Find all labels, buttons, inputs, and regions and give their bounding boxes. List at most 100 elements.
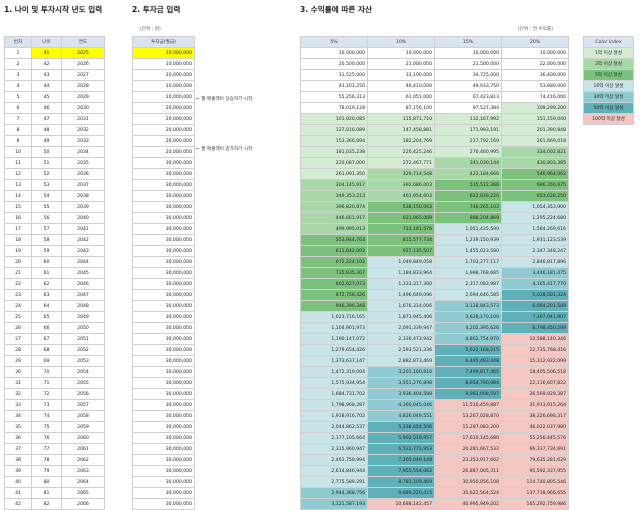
invest-cell[interactable]: 30,000,000 [132, 289, 195, 301]
invest-cell[interactable]: 30,000,000 [132, 179, 195, 191]
invest-cell[interactable]: 20,000,000 [132, 135, 195, 147]
invest-cell[interactable]: 30,000,000 [132, 388, 195, 400]
invest-cell[interactable]: 30,000,000 [132, 245, 195, 257]
invest-cell[interactable]: 30,000,000 [132, 454, 195, 466]
age-cell: 45 [31, 91, 62, 103]
invest-cell[interactable]: 30,000,000 [132, 190, 195, 202]
asset-value-cell: 74,416,000 [501, 91, 569, 103]
year-cell: 2041 [61, 223, 105, 235]
asset-value-cell: 499,995,013 [300, 223, 368, 235]
table-row: 304,145,917 392,686,003 515,512,366 686,356… [300, 179, 569, 191]
legend-label: 5억 이상 달성 [583, 69, 634, 81]
row-index-cell: 6 [4, 102, 32, 114]
table-row: 396,820,874 538,150,063 746,265,103 1,054,3… [300, 201, 569, 213]
invest-cell[interactable]: 30,000,000 [132, 432, 195, 444]
invest-cell[interactable]: 30,000,000 [132, 344, 195, 356]
asset-value-cell: 1,918,916,702 [300, 410, 368, 422]
invest-cell[interactable]: 30,000,000 [132, 201, 195, 213]
header-invest: 투자금(월급) [132, 36, 195, 48]
age-cell: 47 [31, 113, 62, 125]
asset-value-cell: 686,356,875 [501, 179, 569, 191]
invest-cell[interactable]: 10,000,000 [132, 58, 195, 70]
invest-cell[interactable]: 30,000,000 [132, 498, 195, 510]
asset-value-cell: 2,347,348,247 [501, 245, 569, 257]
table-row: 20,000,000 [132, 124, 195, 136]
invest-cell[interactable]: 10,000,000 [132, 80, 195, 92]
table-row: 20,500,000 21,000,000 21,500,000 22,000,000 [300, 58, 569, 70]
invest-cell[interactable]: 20,000,000 [132, 102, 195, 114]
age-cell: 56 [31, 212, 62, 224]
age-cell[interactable]: 41 [31, 47, 62, 59]
table-row: 1,575,934,954 3,551,276,898 8,654,790,084 2… [300, 377, 569, 389]
invest-cell[interactable]: 30,000,000 [132, 476, 195, 488]
invest-cell[interactable]: 30,000,000 [132, 465, 195, 477]
invest-cell[interactable]: 30,000,000 [132, 256, 195, 268]
invest-cell[interactable]: 30,000,000 [132, 223, 195, 235]
invest-cell[interactable]: 10,000,000 [132, 47, 195, 59]
year-cell[interactable]: 2025 [61, 47, 105, 59]
row-index-cell: 40 [4, 476, 32, 488]
table-row: 30,000,000 [132, 179, 195, 191]
asset-value-cell: 15,287,083,200 [434, 421, 502, 433]
year-cell: 2064 [61, 476, 105, 488]
invest-cell[interactable]: 30,000,000 [132, 234, 195, 246]
invest-cell[interactable]: 30,000,000 [132, 168, 195, 180]
invest-cell[interactable]: 30,000,000 [132, 212, 195, 224]
invest-cell[interactable]: 30,000,000 [132, 322, 195, 334]
invest-cell[interactable]: 30,000,000 [132, 333, 195, 345]
table-row: 10 50 2034 [4, 146, 105, 158]
invest-cell[interactable]: 30,000,000 [132, 300, 195, 312]
table-row: 14 54 2038 [4, 190, 105, 202]
table-row: 30,000,000 [132, 399, 195, 411]
header-rate-20: 20% [501, 36, 569, 48]
age-cell: 61 [31, 267, 62, 279]
invest-cell[interactable]: 30,000,000 [132, 410, 195, 422]
asset-value-cell: 20,281,667,532 [434, 443, 502, 455]
table-row: 30,000,000 [132, 443, 195, 455]
invest-cell[interactable]: 30,000,000 [132, 443, 195, 455]
table-row: 220,087,000 272,467,771 341,030,144 430,803… [300, 157, 569, 169]
invest-cell[interactable]: 20,000,000 [132, 146, 195, 158]
row-index-cell: 7 [4, 113, 32, 125]
asset-value-cell: 21,500,000 [434, 58, 502, 70]
year-cell: 2066 [61, 498, 105, 510]
table-row: 1,798,968,287 4,360,045,046 11,510,459,887… [300, 399, 569, 411]
table-row: 30,000,000 [132, 168, 195, 180]
invest-cell[interactable]: 30,000,000 [132, 355, 195, 367]
asset-value-cell: 1,684,731,702 [300, 388, 368, 400]
age-cell: 70 [31, 366, 62, 378]
invest-cell[interactable]: 30,000,000 [132, 311, 195, 323]
asset-value-cell: 5,902,519,957 [367, 432, 435, 444]
invest-cell[interactable]: 10,000,000 [132, 69, 195, 81]
age-cell: 67 [31, 333, 62, 345]
age-cell: 73 [31, 399, 62, 411]
invest-cell[interactable]: 30,000,000 [132, 487, 195, 499]
asset-value-cell: 1,575,934,954 [300, 377, 368, 389]
age-cell: 49 [31, 135, 62, 147]
asset-value-cell: 270,460,995 [434, 146, 502, 158]
table-row: 8 48 2032 [4, 124, 105, 136]
table-row: 1,023,716,165 1,873,945,406 3,628,170,109 7… [300, 311, 569, 323]
year-cell: 2036 [61, 168, 105, 180]
invest-cell[interactable]: 30,000,000 [132, 366, 195, 378]
year-cell: 2035 [61, 157, 105, 169]
asset-value-cell: 55,256,313 [300, 91, 368, 103]
age-cell: 54 [31, 190, 62, 202]
invest-cell[interactable]: 30,000,000 [132, 157, 195, 169]
table-row: 42 82 2066 [4, 498, 105, 510]
table-row: 21 61 2045 [4, 267, 105, 279]
invest-cell[interactable]: 20,000,000 [132, 113, 195, 125]
invest-cell[interactable]: 30,000,000 [132, 377, 195, 389]
invest-cell[interactable]: 30,000,000 [132, 278, 195, 290]
invest-cell[interactable]: 30,000,000 [132, 399, 195, 411]
asset-value-cell: 4,360,045,046 [367, 399, 435, 411]
asset-value-cell: 182,204,769 [367, 135, 435, 147]
asset-value-cell: 11,510,459,887 [434, 399, 502, 411]
row-index-cell: 22 [4, 278, 32, 290]
asset-value-cell: 147,458,881 [367, 124, 435, 136]
invest-cell[interactable]: 30,000,000 [132, 421, 195, 433]
invest-cell[interactable]: 10,000,000 [132, 91, 195, 103]
invest-cell[interactable]: 30,000,000 [132, 267, 195, 279]
invest-cell[interactable]: 20,000,000 [132, 124, 195, 136]
asset-value-cell: 672,224,102 [300, 256, 368, 268]
